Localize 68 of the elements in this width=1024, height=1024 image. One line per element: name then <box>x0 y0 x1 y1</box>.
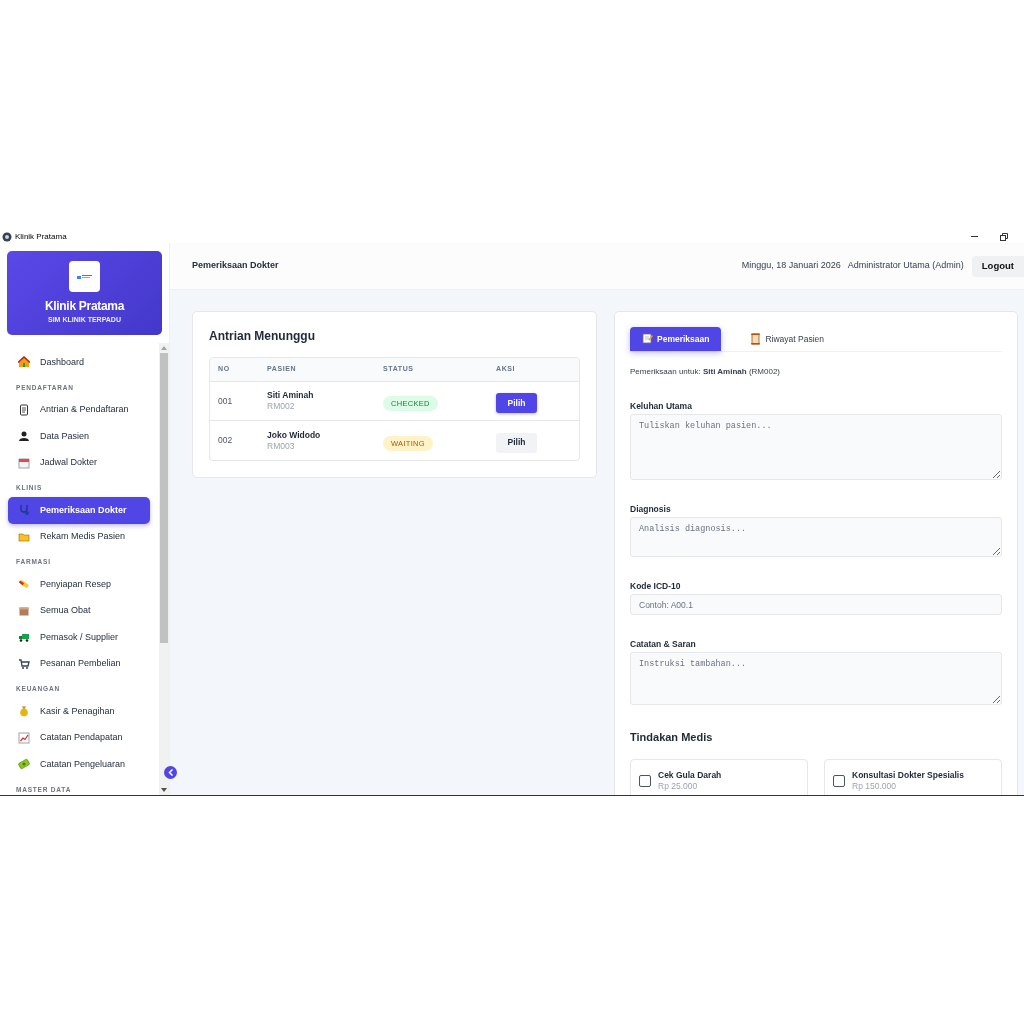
house-icon <box>18 356 30 369</box>
scroll-icon <box>750 333 762 345</box>
tab[interactable]: Riwayat Pasien <box>738 327 837 351</box>
logout-button[interactable]: Logout <box>971 255 1024 277</box>
scroll-down-icon[interactable] <box>161 788 167 792</box>
sidebar-item[interactable]: Penyiapan Resep <box>8 571 150 598</box>
window-title: Klinik Pratama <box>15 231 67 242</box>
scroll-icon <box>18 403 30 416</box>
sidebar-item[interactable]: Pemeriksaan Dokter <box>8 497 150 524</box>
section-title: Tindakan Medis <box>630 731 714 744</box>
procedure-price: Rp 150.000 <box>852 780 897 792</box>
select-button[interactable]: Pilih <box>496 432 537 453</box>
memo-icon <box>642 333 653 345</box>
checkbox[interactable] <box>639 774 651 787</box>
field-label: Diagnosis <box>630 504 672 514</box>
minimize-icon[interactable] <box>971 235 978 238</box>
patient-line: Pemeriksaan untuk: Siti Aminah (RM002) <box>630 367 781 377</box>
page-title: Pemeriksaan Dokter <box>192 259 279 273</box>
sidebar-item[interactable]: Catatan Pengeluaran <box>8 751 150 778</box>
tab[interactable]: Pemeriksaan <box>630 327 722 351</box>
patient-name: Joko Widodo <box>267 429 322 441</box>
checkbox[interactable] <box>833 774 845 787</box>
table-cell-text: 002 <box>218 434 234 447</box>
record-number: RM003 <box>267 440 296 452</box>
sidebar-item[interactable]: Semua Obat <box>8 597 150 624</box>
field-label: Kode ICD-10 <box>630 581 682 591</box>
money-bag-icon <box>18 705 30 718</box>
card-title: Antrian Menunggu <box>209 329 316 343</box>
procedure-card[interactable]: Cek Gula Darah Rp 25.000 <box>630 759 808 795</box>
restore-icon[interactable] <box>1000 232 1008 241</box>
sidebar-item[interactable]: Dashboard <box>8 349 150 376</box>
text-area[interactable]: Instruksi tambahan... <box>630 652 1002 705</box>
select-button[interactable]: Pilih <box>496 393 537 414</box>
sidebar-item[interactable]: Pesanan Pembelian <box>8 650 150 677</box>
procedure-name: Cek Gula Darah <box>658 769 722 781</box>
app-icon <box>2 231 12 242</box>
text-area[interactable]: Analisis diagnosis... <box>630 517 1002 557</box>
field-label: Catatan & Saran <box>630 639 697 649</box>
cart-icon <box>18 657 30 670</box>
chart-icon <box>18 731 30 744</box>
procedure-card[interactable]: Konsultasi Dokter Spesialis Rp 150.000 <box>824 759 1002 795</box>
patient-name: Siti Aminah <box>267 390 315 401</box>
date-text: Minggu, 18 Januari 2026 <box>741 259 841 273</box>
chevron-left-icon <box>167 769 174 776</box>
folder-icon <box>18 530 30 543</box>
sidebar-item[interactable]: Kasir & Penagihan <box>8 698 150 725</box>
sidebar-item[interactable]: Data Pasien <box>8 423 150 450</box>
sidebar-item[interactable]: Rekam Medis Pasien <box>8 523 150 550</box>
scrollbar[interactable] <box>159 343 169 795</box>
procedure-name: Konsultasi Dokter Spesialis <box>852 769 964 781</box>
stethoscope-icon <box>18 504 30 517</box>
text-area[interactable]: Tuliskan keluhan pasien... <box>630 414 1002 480</box>
user-name: Administrator Utama (Admin) <box>847 259 964 273</box>
person-icon <box>18 430 30 443</box>
money-icon <box>18 758 30 771</box>
sidebar-item[interactable]: Catatan Pendapatan <box>8 724 150 751</box>
field-label: Keluhan Utama <box>630 401 693 411</box>
logo-icon <box>69 261 100 292</box>
truck-icon <box>18 631 30 644</box>
sidebar-item[interactable]: Antrian & Pendaftaran <box>8 396 150 423</box>
sidebar-item[interactable]: Pemasok / Supplier <box>8 624 150 651</box>
record-number: RM002 <box>267 401 296 412</box>
table-cell-text: 001 <box>218 394 234 408</box>
calendar-icon <box>18 456 30 469</box>
brand-title: Klinik Pratama <box>44 299 125 313</box>
input-field[interactable]: Contoh: A00.1 <box>630 594 1002 615</box>
procedure-price: Rp 25.000 <box>658 780 699 792</box>
sidebar-item[interactable]: Jadwal Dokter <box>8 449 150 476</box>
